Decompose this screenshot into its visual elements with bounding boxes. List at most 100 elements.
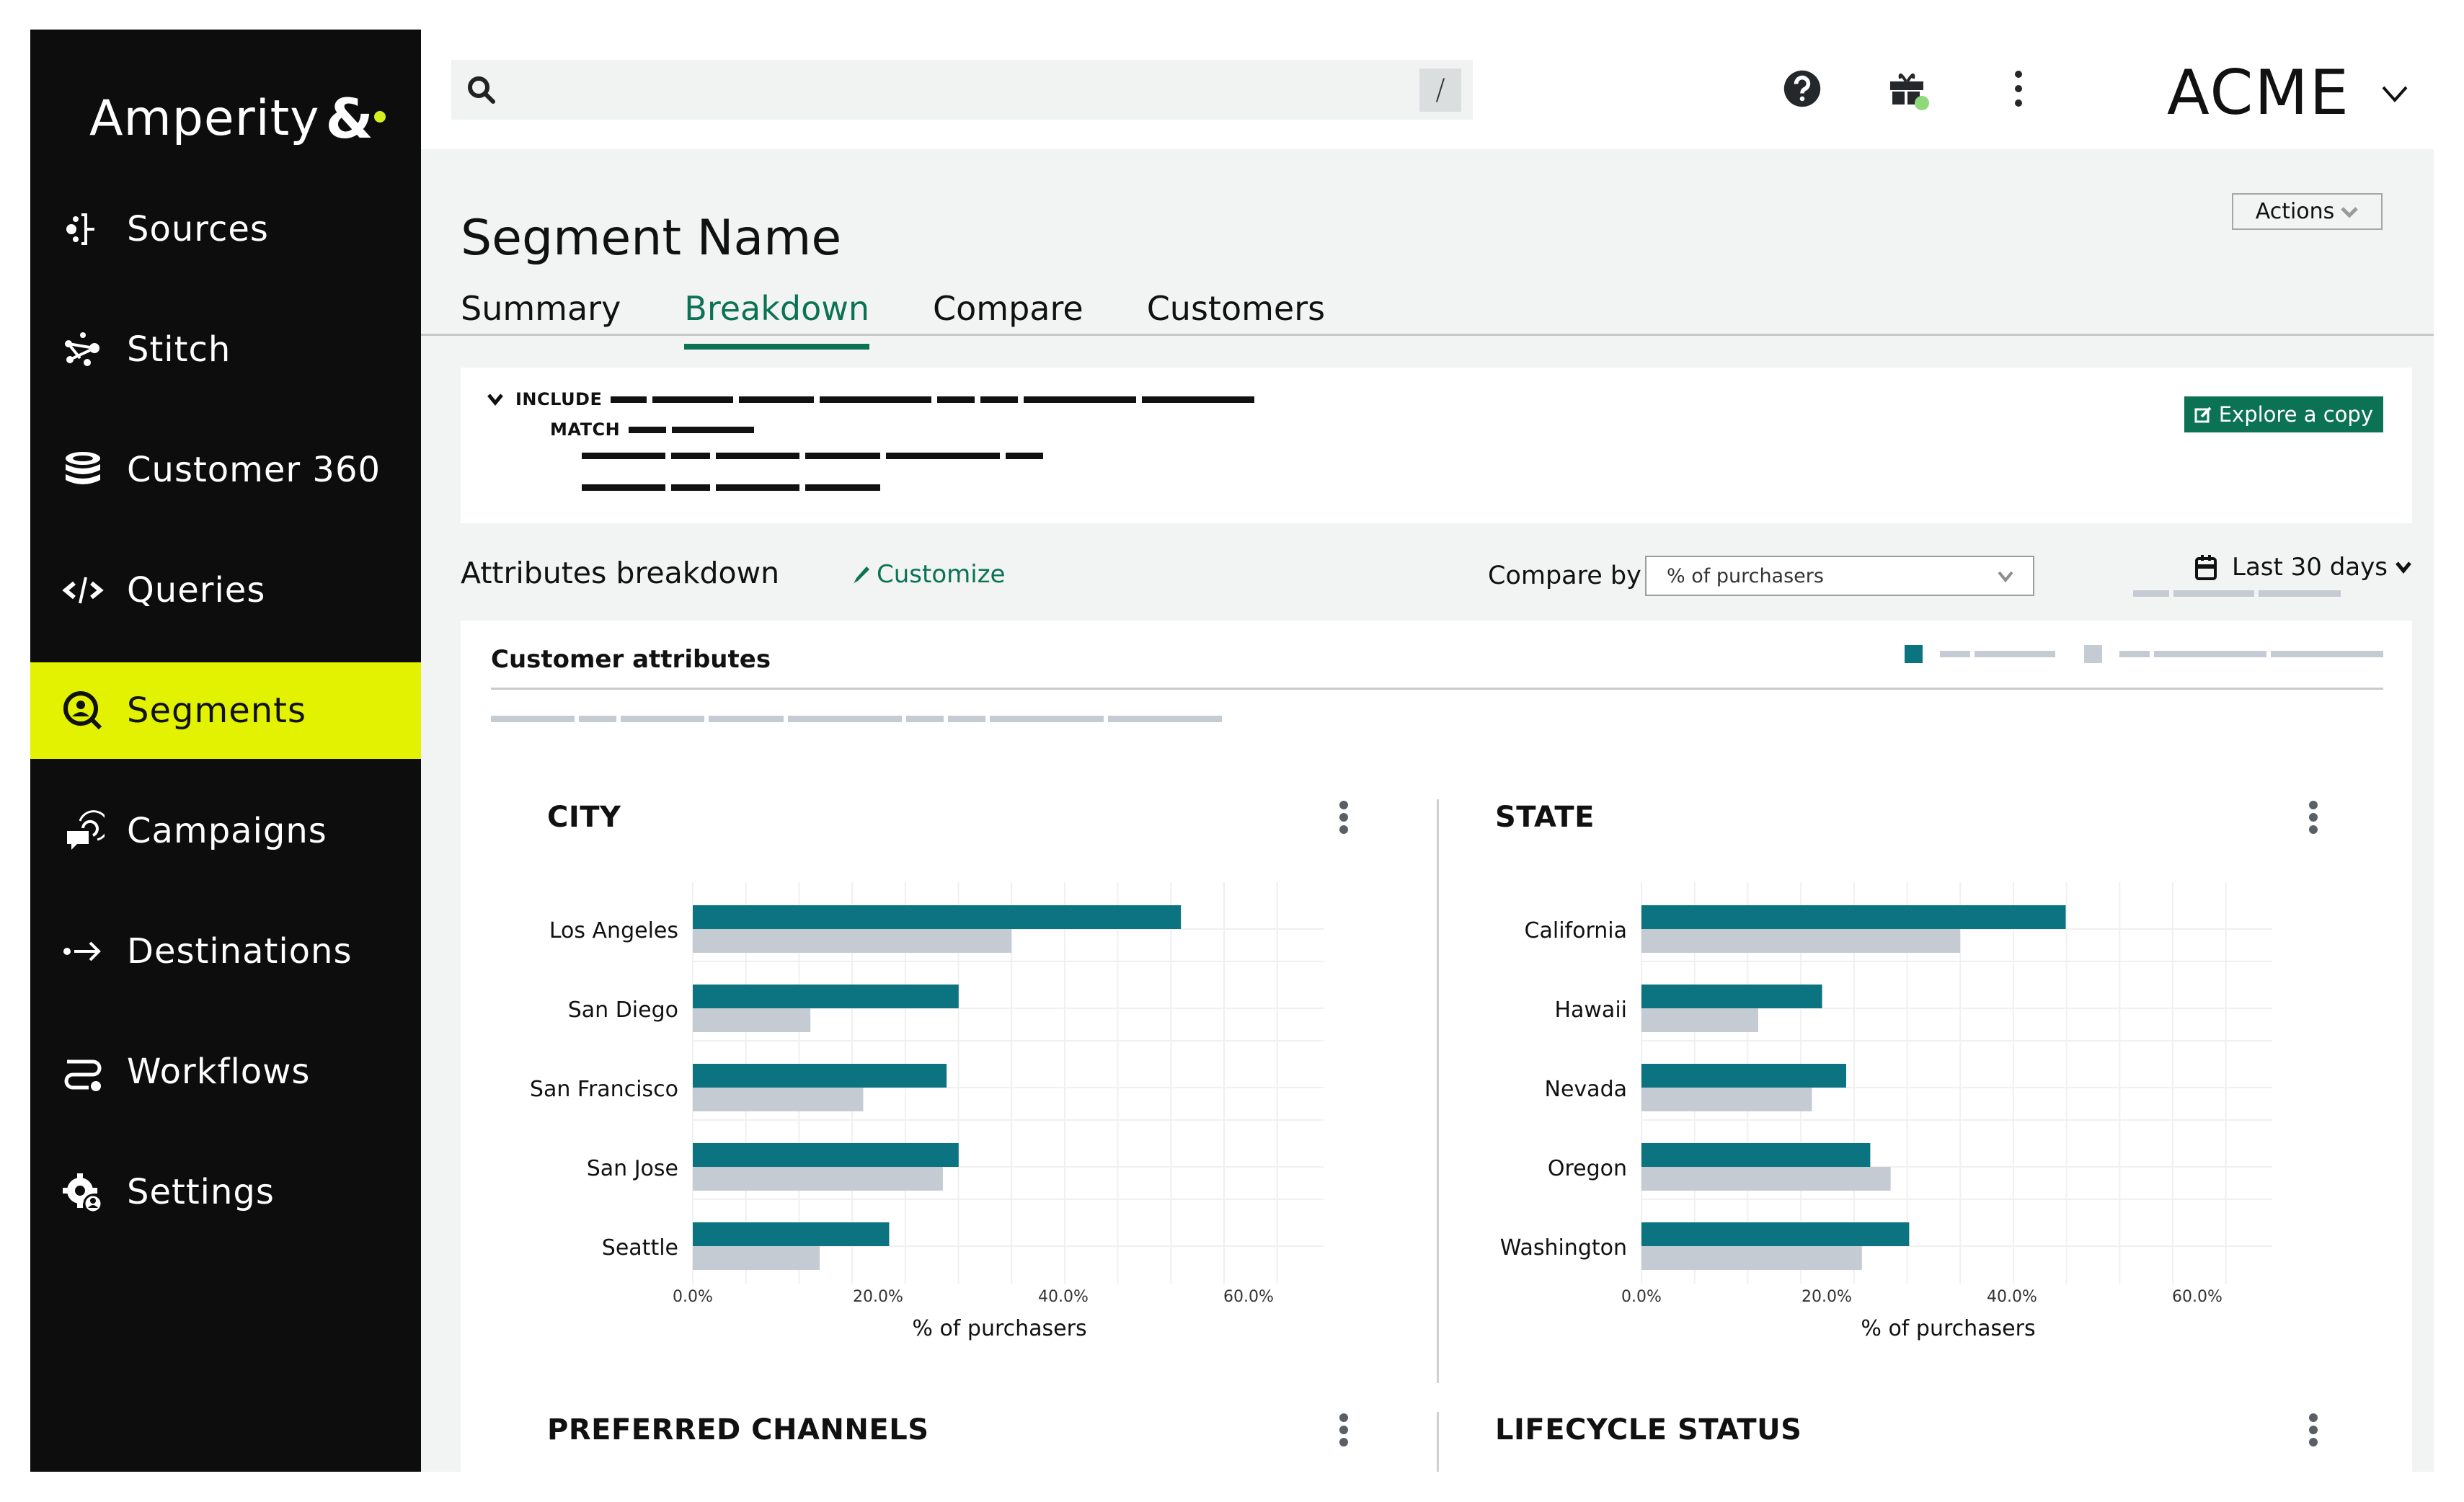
- sidebar-item-destinations[interactable]: Destinations: [30, 903, 421, 1000]
- sidebar-item-segments[interactable]: Segments: [30, 662, 421, 759]
- date-range-picker[interactable]: Last 30 days: [2194, 553, 2412, 582]
- whats-new-button[interactable]: [1886, 67, 1929, 110]
- logo-word: Amperity: [89, 89, 320, 147]
- x-tick-label: 20.0%: [853, 1288, 903, 1306]
- chart-menu-icon[interactable]: [1333, 1412, 1355, 1448]
- redacted-text: [582, 484, 665, 491]
- tab-breakdown[interactable]: Breakdown: [684, 289, 869, 350]
- x-axis-label: % of purchasers: [912, 1316, 1086, 1341]
- chevron-down-icon: [2396, 561, 2411, 574]
- app-window: Amperity & Sources Stitch Customer 360 Q…: [30, 30, 2434, 1472]
- sidebar-item-settings[interactable]: Settings: [30, 1144, 421, 1240]
- destinations-icon: [59, 928, 107, 975]
- redacted-text: [906, 716, 944, 722]
- database-icon: [59, 446, 107, 494]
- lifecycle-status-panel: LIFECYCLE STATUS: [1423, 1392, 2375, 1472]
- workflows-icon: [59, 1048, 107, 1096]
- edit-icon: [2194, 406, 2212, 423]
- sidebar: Amperity & Sources Stitch Customer 360 Q…: [30, 30, 421, 1472]
- sidebar-item-stitch[interactable]: Stitch: [30, 301, 421, 398]
- chevron-down-icon: [2341, 206, 2359, 218]
- tab-customers[interactable]: Customers: [1147, 289, 1325, 350]
- sidebar-item-sources[interactable]: Sources: [30, 181, 421, 277]
- sidebar-item-workflows[interactable]: Workflows: [30, 1023, 421, 1120]
- sidebar-item-label: Campaigns: [127, 811, 327, 851]
- chart-legend: [1905, 645, 2383, 663]
- state-bar-chart: California Hawaii Nevada Oregon Washington 0.…: [1500, 882, 2272, 1341]
- customize-link[interactable]: Customize: [851, 560, 1005, 589]
- redacted-text: [716, 484, 799, 491]
- tab-summary[interactable]: Summary: [461, 289, 621, 350]
- x-tick-label: 0.0%: [673, 1288, 713, 1306]
- redacted-text: [1142, 396, 1255, 403]
- sidebar-item-customer-360[interactable]: Customer 360: [30, 422, 421, 518]
- tab-compare[interactable]: Compare: [933, 289, 1083, 350]
- sidebar-item-label: Segments: [127, 690, 307, 731]
- compare-by-label: Compare by: [1488, 561, 1641, 590]
- bar-segment: [693, 1064, 947, 1088]
- compare-by-select[interactable]: % of purchasers: [1645, 556, 2034, 596]
- criteria-condition-row: [582, 484, 886, 491]
- attributes-breakdown-title: Attributes breakdown: [461, 556, 780, 590]
- sources-icon: [59, 205, 107, 253]
- redacted-text: [652, 396, 734, 403]
- more-options-button[interactable]: [1997, 67, 2040, 110]
- legend-swatch-segment: [1905, 645, 1923, 663]
- redacted-text: [671, 484, 710, 491]
- legend-label-redacted: [2271, 651, 2383, 657]
- bar-segment: [693, 985, 959, 1008]
- global-search-input[interactable]: /: [451, 60, 1473, 120]
- sidebar-item-label: Settings: [127, 1172, 275, 1212]
- card-description: [491, 716, 1226, 722]
- x-tick-label: 60.0%: [2172, 1288, 2223, 1306]
- redacted-text: [980, 396, 1019, 403]
- tenant-name: ACME: [2167, 57, 2350, 129]
- tabs-divider: [421, 334, 2434, 336]
- category-label: Washington: [1500, 1235, 1627, 1261]
- redacted-text: [629, 426, 667, 433]
- redacted-text: [716, 453, 799, 459]
- chevron-down-icon: [2382, 86, 2408, 103]
- logo-accent-dot: [373, 110, 386, 123]
- bar-segment: [693, 1222, 890, 1246]
- redacted-text: [1108, 716, 1222, 722]
- customer-attributes-card: Customer attributes CITY Los Angeles San …: [461, 621, 2412, 1472]
- sidebar-item-campaigns[interactable]: Campaigns: [30, 783, 421, 879]
- actions-dropdown-button[interactable]: Actions: [2232, 193, 2383, 230]
- category-label: Oregon: [1548, 1156, 1627, 1181]
- redacted-text: [805, 484, 880, 491]
- category-label: San Diego: [568, 997, 678, 1023]
- chart-title: LIFECYCLE STATUS: [1495, 1413, 1802, 1447]
- state-chart-panel: STATE California Hawaii Nevada Oregon Washin…: [1423, 779, 2375, 1385]
- redacted-text: [948, 716, 985, 722]
- segments-icon: [59, 687, 107, 734]
- sidebar-item-queries[interactable]: Queries: [30, 542, 421, 639]
- gift-icon: [1890, 73, 1929, 110]
- chart-menu-icon[interactable]: [2303, 1412, 2324, 1448]
- bar-comparison: [693, 1246, 820, 1270]
- sidebar-item-label: Sources: [127, 209, 269, 249]
- help-button[interactable]: [1781, 67, 1824, 110]
- city-bar-chart: Los Angeles San Diego San Francisco San Jos…: [530, 882, 1324, 1341]
- include-label: INCLUDE: [515, 389, 603, 409]
- chevron-down-icon[interactable]: [487, 392, 504, 406]
- card-divider: [491, 688, 2383, 690]
- tenant-switcher[interactable]: ACME: [2167, 57, 2411, 129]
- criteria-condition-row: [582, 453, 1049, 459]
- explore-copy-button[interactable]: Explore a copy: [2184, 396, 2383, 432]
- search-icon: [468, 76, 495, 104]
- amperity-logo[interactable]: Amperity &: [89, 86, 386, 151]
- calendar-icon: [2195, 555, 2217, 580]
- redacted-text: [611, 396, 647, 403]
- redacted-text: [709, 716, 784, 722]
- redacted-text: [886, 453, 1000, 459]
- bar-segment: [1641, 985, 1822, 1008]
- include-row: INCLUDE: [487, 389, 1260, 409]
- sidebar-item-label: Destinations: [127, 931, 353, 972]
- bar-comparison: [1641, 929, 1961, 953]
- logo-mark: &: [326, 86, 386, 151]
- bar-comparison: [693, 1167, 943, 1191]
- legend-label-redacted: [2119, 651, 2150, 657]
- more-vertical-icon: [2015, 71, 2022, 107]
- stitch-icon: [59, 326, 107, 373]
